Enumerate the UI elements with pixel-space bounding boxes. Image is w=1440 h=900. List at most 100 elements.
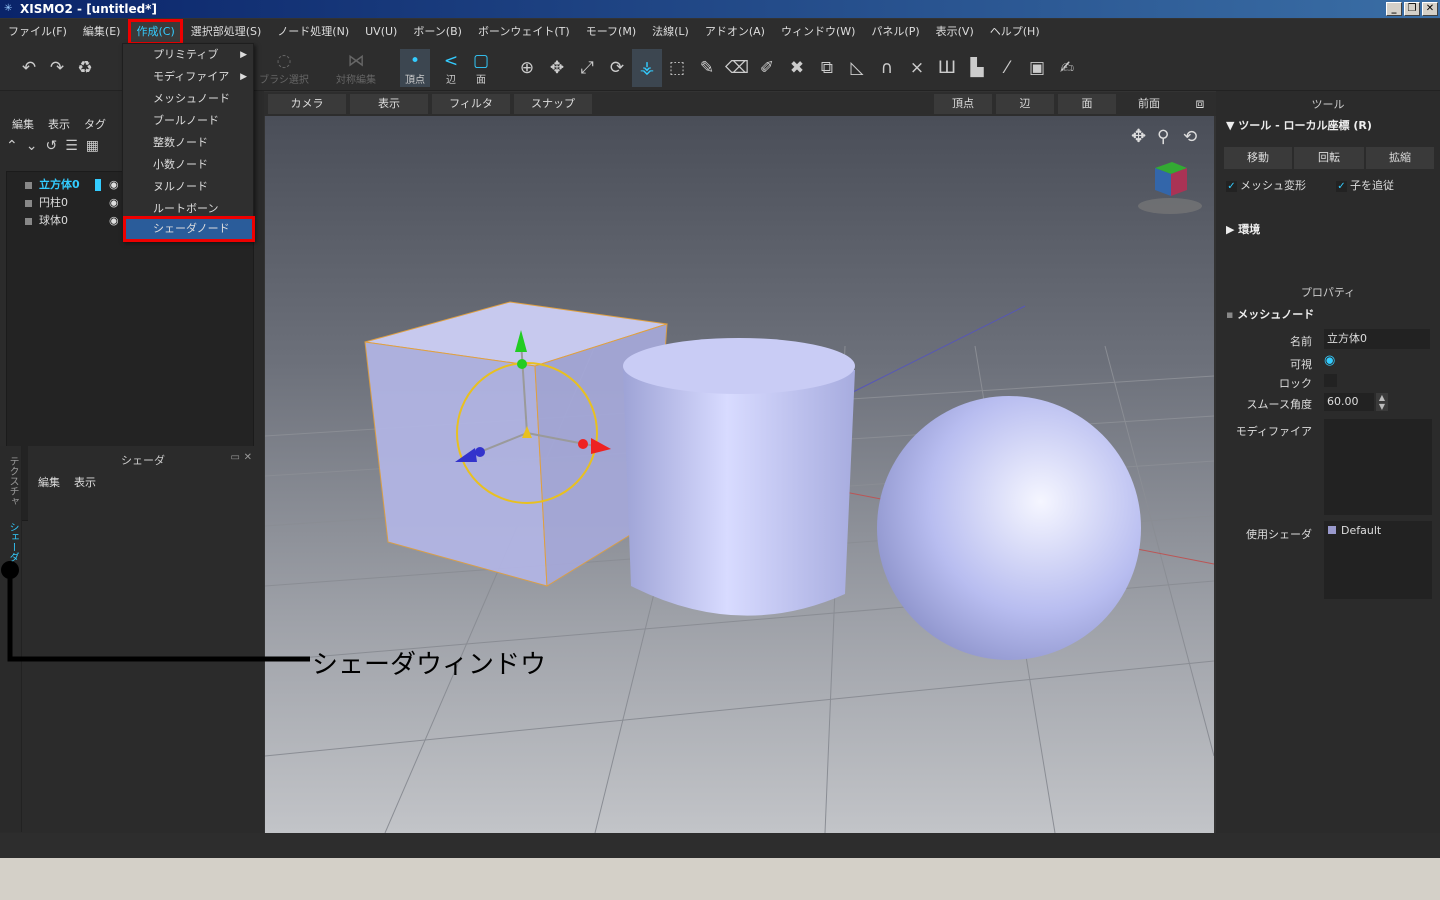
menu-create[interactable]: 作成(C) (128, 19, 183, 45)
shader-menu-view[interactable]: 表示 (74, 474, 96, 490)
display-dropdown[interactable]: 表示 (350, 94, 428, 114)
menu-bone-weight[interactable]: ボーンウェイト(T) (470, 19, 578, 45)
rotate-tab-button[interactable]: 回転 (1294, 147, 1364, 169)
panel-restore-icon[interactable]: ▭ (231, 452, 240, 463)
smooth-angle-spinner[interactable]: ▲ ▼ (1376, 393, 1388, 411)
modifier-list[interactable] (1324, 419, 1432, 515)
tab-shader[interactable]: シェーダ (2, 522, 20, 562)
symmetric-edit-button[interactable]: ⋈ 対称編集 (326, 49, 386, 87)
vertex-mode-button[interactable]: • 頂点 (400, 49, 430, 87)
mesh-deform-checkbox[interactable]: ✓ メッシュ変形 (1226, 177, 1306, 193)
tool-panel-header[interactable]: ▼ ツール - ローカル座標 (R) (1226, 117, 1372, 133)
recycle-button[interactable]: ♻ (70, 49, 100, 87)
menu-item-primitive[interactable]: プリミティブ ▶ (125, 44, 253, 66)
edit-tool-button[interactable]: ✍ (1052, 49, 1082, 87)
menu-edit[interactable]: 編集(E) (75, 19, 129, 45)
filter-dropdown[interactable]: フィルタ (432, 94, 510, 114)
local-transform-button[interactable]: ⚶ (632, 49, 662, 87)
weld-tool-button[interactable]: ✖ (782, 49, 812, 87)
edge-view-button[interactable]: 辺 (996, 94, 1054, 114)
visible-toggle[interactable]: ◉ (1324, 353, 1335, 368)
restore-button[interactable]: ❐ (1404, 2, 1420, 16)
scale-tab-button[interactable]: 拡縮 (1366, 147, 1434, 169)
bag-tool-button[interactable]: ▙ (962, 49, 992, 87)
extrude-tool-button[interactable]: ⧉ (812, 49, 842, 87)
menu-item-null-node[interactable]: ヌルノード (125, 176, 253, 198)
globe-tool-button[interactable]: ⊕ (512, 49, 542, 87)
menu-view[interactable]: 表示(V) (928, 19, 982, 45)
cube-object[interactable] (364, 301, 668, 587)
collapse-tool-button[interactable]: ⨯ (902, 49, 932, 87)
bevel-tool-button[interactable]: ◺ (842, 49, 872, 87)
undo-button[interactable]: ↶ (14, 49, 44, 87)
menu-normal[interactable]: 法線(L) (644, 19, 697, 45)
name-field[interactable]: 立方体0 (1324, 329, 1430, 349)
move-tool-button[interactable]: ✥ (542, 49, 572, 87)
menu-selection[interactable]: 選択部処理(S) (183, 19, 270, 45)
pen-tool-button[interactable]: ✎ (692, 49, 722, 87)
menu-help[interactable]: ヘルプ(H) (982, 19, 1048, 45)
move-up-icon[interactable]: ⌃ (6, 138, 18, 154)
menu-window[interactable]: ウィンドウ(W) (773, 19, 863, 45)
pan-icon[interactable]: ✥ (1131, 126, 1146, 147)
brush-select-button[interactable]: ◌ ブラシ選択 (254, 49, 314, 87)
menu-item-bool-node[interactable]: ブールノード (125, 110, 253, 132)
menu-item-mesh-node[interactable]: メッシュノード (125, 88, 253, 110)
refresh-icon[interactable]: ↺ (45, 138, 57, 154)
redo-button[interactable]: ↷ (42, 49, 72, 87)
menu-morph[interactable]: モーフ(M) (578, 19, 644, 45)
face-view-button[interactable]: 面 (1058, 94, 1116, 114)
follow-children-checkbox[interactable]: ✓ 子を追従 (1336, 177, 1394, 193)
close-button[interactable]: ✕ (1422, 2, 1438, 16)
rect-select-button[interactable]: ⬚ (662, 49, 692, 87)
menu-item-shader-node[interactable]: シェーダノード (123, 216, 255, 242)
brush-tool-button[interactable]: ⁄ (992, 49, 1022, 87)
scale-tool-button[interactable]: ⤢ (572, 49, 602, 87)
shader-list-item[interactable]: Default (1328, 524, 1381, 537)
view-cube-icon[interactable]: ⧈ (1188, 94, 1212, 114)
scene-menu-edit[interactable]: 編集 (12, 116, 34, 132)
menu-item-float-node[interactable]: 小数ノード (125, 154, 253, 176)
menu-file[interactable]: ファイル(F) (0, 19, 75, 45)
orientation-cube-icon[interactable] (1138, 162, 1202, 214)
minimize-button[interactable]: _ (1386, 2, 1402, 16)
shader-menu-edit[interactable]: 編集 (38, 474, 60, 490)
grid-icon[interactable]: ▦ (86, 138, 99, 154)
smooth-angle-input[interactable]: 60.00 (1324, 393, 1374, 411)
shader-list[interactable]: Default (1324, 521, 1432, 599)
cylinder-object[interactable] (623, 338, 855, 616)
menu-item-int-node[interactable]: 整数ノード (125, 132, 253, 154)
menu-item-modifier[interactable]: モディファイア ▶ (125, 66, 253, 88)
knife-tool-button[interactable]: ✐ (752, 49, 782, 87)
eraser-tool-button[interactable]: ⌫ (722, 49, 752, 87)
eye-icon[interactable]: ◉ (109, 194, 119, 212)
edge-mode-button[interactable]: < 辺 (436, 49, 466, 87)
move-tab-button[interactable]: 移動 (1224, 147, 1292, 169)
menu-item-root-bone[interactable]: ルートボーン (125, 198, 253, 220)
move-down-icon[interactable]: ⌄ (26, 138, 38, 154)
menu-bone[interactable]: ボーン(B) (405, 19, 470, 45)
orbit-icon[interactable]: ⟲ (1183, 127, 1197, 147)
environment-section[interactable]: ▶ 環境 (1226, 221, 1260, 237)
zoom-icon[interactable]: ⚲ (1157, 127, 1169, 147)
sphere-object[interactable] (877, 396, 1141, 660)
menu-addon[interactable]: アドオン(A) (697, 19, 773, 45)
eye-icon[interactable]: ◉ (109, 176, 119, 194)
menu-panel[interactable]: パネル(P) (863, 19, 927, 45)
tab-texture[interactable]: テクスチャ (2, 456, 20, 506)
film-tool-button[interactable]: ▣ (1022, 49, 1052, 87)
view-direction-label[interactable]: 前面 (1120, 94, 1178, 114)
menu-node[interactable]: ノード処理(N) (269, 19, 357, 45)
menu-uv[interactable]: UV(U) (357, 19, 405, 45)
face-mode-button[interactable]: ▢ 面 (466, 49, 496, 87)
eye-icon[interactable]: ◉ (109, 212, 119, 230)
lock-checkbox[interactable] (1324, 374, 1337, 387)
rotate-tool-button[interactable]: ⟳ (602, 49, 632, 87)
panel-close-icon[interactable]: ✕ (244, 452, 252, 463)
bridge-tool-button[interactable]: ∩ (872, 49, 902, 87)
camera-button[interactable]: カメラ (268, 94, 346, 114)
list-icon[interactable]: ☰ (65, 138, 78, 154)
snap-dropdown[interactable]: スナップ (514, 94, 592, 114)
3d-viewport[interactable]: ✥ ⚲ ⟲ (265, 116, 1214, 833)
loop-tool-button[interactable]: Ш (932, 49, 962, 87)
